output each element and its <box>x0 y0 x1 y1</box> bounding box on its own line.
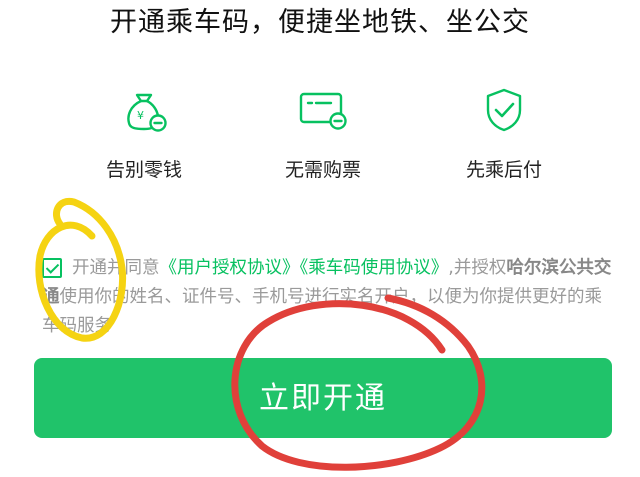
feature-label: 告别零钱 <box>105 159 182 181</box>
feature-no-ticket: 无需购票 <box>233 86 413 182</box>
ticket-icon <box>299 92 347 130</box>
feature-pay-later: 先乘后付 <box>414 86 594 182</box>
page-title: 开通乘车码，便捷坐地铁、坐公交 <box>110 7 530 38</box>
agreement-prefix: 开通并同意 <box>72 258 160 278</box>
money-bag-icon: ¥ <box>127 93 167 132</box>
feature-no-change: ¥ 告别零钱 <box>54 86 234 182</box>
feature-label: 无需购票 <box>284 159 361 181</box>
ride-code-agreement-link[interactable]: 《乘车码使用协议》 <box>300 258 449 278</box>
agreement-checkbox[interactable] <box>42 258 62 278</box>
shield-check-icon <box>486 88 522 132</box>
activate-button[interactable]: 立即开通 <box>34 358 612 438</box>
agreement-suffix: 使用你的姓名、证件号、手机号进行实名开户，以便为你提供更好的乘车码服务 <box>42 287 602 336</box>
svg-text:¥: ¥ <box>137 109 144 122</box>
feature-label: 先乘后付 <box>465 159 542 181</box>
agreement-mid: ,并授权 <box>448 258 507 278</box>
agreement-text: 开通并同意《用户授权协议》《乘车码使用协议》,并授权哈尔滨公共交通使用你的姓名、… <box>42 254 612 341</box>
user-authorization-agreement-link[interactable]: 《用户授权协议》 <box>160 258 300 278</box>
